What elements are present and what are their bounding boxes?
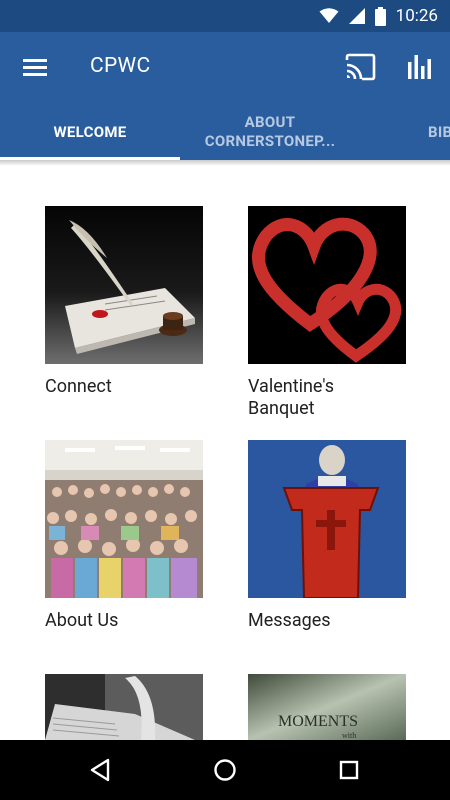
- tile-label: Valentine's Banquet: [248, 376, 335, 419]
- tile-label: Messages: [248, 610, 331, 631]
- bible-image: [45, 674, 203, 740]
- recents-button[interactable]: [331, 752, 367, 788]
- back-icon: [90, 758, 110, 782]
- wifi-icon: [319, 8, 339, 23]
- tile-label: About Us: [45, 610, 119, 631]
- tile-about-us[interactable]: About Us: [45, 440, 203, 632]
- app-bar: CPWC: [0, 32, 450, 104]
- cast-icon: [345, 53, 376, 81]
- about-us-image: [45, 440, 203, 598]
- status-time: 10:26: [395, 6, 438, 26]
- tab-bar: WELCOME ABOUT CORNERSTONEP... BIB: [0, 104, 450, 160]
- home-icon: [214, 759, 236, 781]
- home-button[interactable]: [207, 752, 243, 788]
- valentines-image: [248, 206, 406, 364]
- tab-welcome[interactable]: WELCOME: [0, 104, 180, 160]
- connect-image: [45, 206, 203, 364]
- tab-bible[interactable]: BIB: [428, 104, 450, 160]
- system-nav-bar: [0, 740, 450, 800]
- tile-connect[interactable]: Connect: [45, 206, 203, 398]
- tile-label: Connect: [45, 376, 112, 397]
- stats-icon: [408, 55, 431, 79]
- menu-button[interactable]: [22, 56, 48, 78]
- stats-button[interactable]: [405, 52, 435, 82]
- signal-icon: [348, 8, 365, 24]
- status-bar: 10:26: [0, 0, 450, 32]
- moments-title: MOMENTS: [278, 713, 358, 730]
- tab-about[interactable]: ABOUT CORNERSTONEP...: [180, 104, 360, 160]
- moments-subtitle: with: [342, 731, 356, 740]
- tab-about-label: ABOUT CORNERSTONEP...: [204, 113, 336, 150]
- moments-image: MOMENTS with: [248, 674, 406, 740]
- tile-valentines-banquet[interactable]: Valentine's Banquet: [248, 206, 406, 420]
- recents-icon: [339, 760, 359, 780]
- tile-moments[interactable]: MOMENTS with: [248, 674, 406, 740]
- tile-messages[interactable]: Messages: [248, 440, 406, 632]
- tile-bible[interactable]: [45, 674, 203, 740]
- back-button[interactable]: [82, 752, 118, 788]
- battery-icon: [374, 6, 386, 26]
- menu-icon: [23, 59, 47, 76]
- messages-image: [248, 440, 406, 598]
- toolbar-shadow: [0, 160, 450, 166]
- app-title: CPWC: [90, 54, 151, 78]
- cast-button[interactable]: [344, 52, 376, 82]
